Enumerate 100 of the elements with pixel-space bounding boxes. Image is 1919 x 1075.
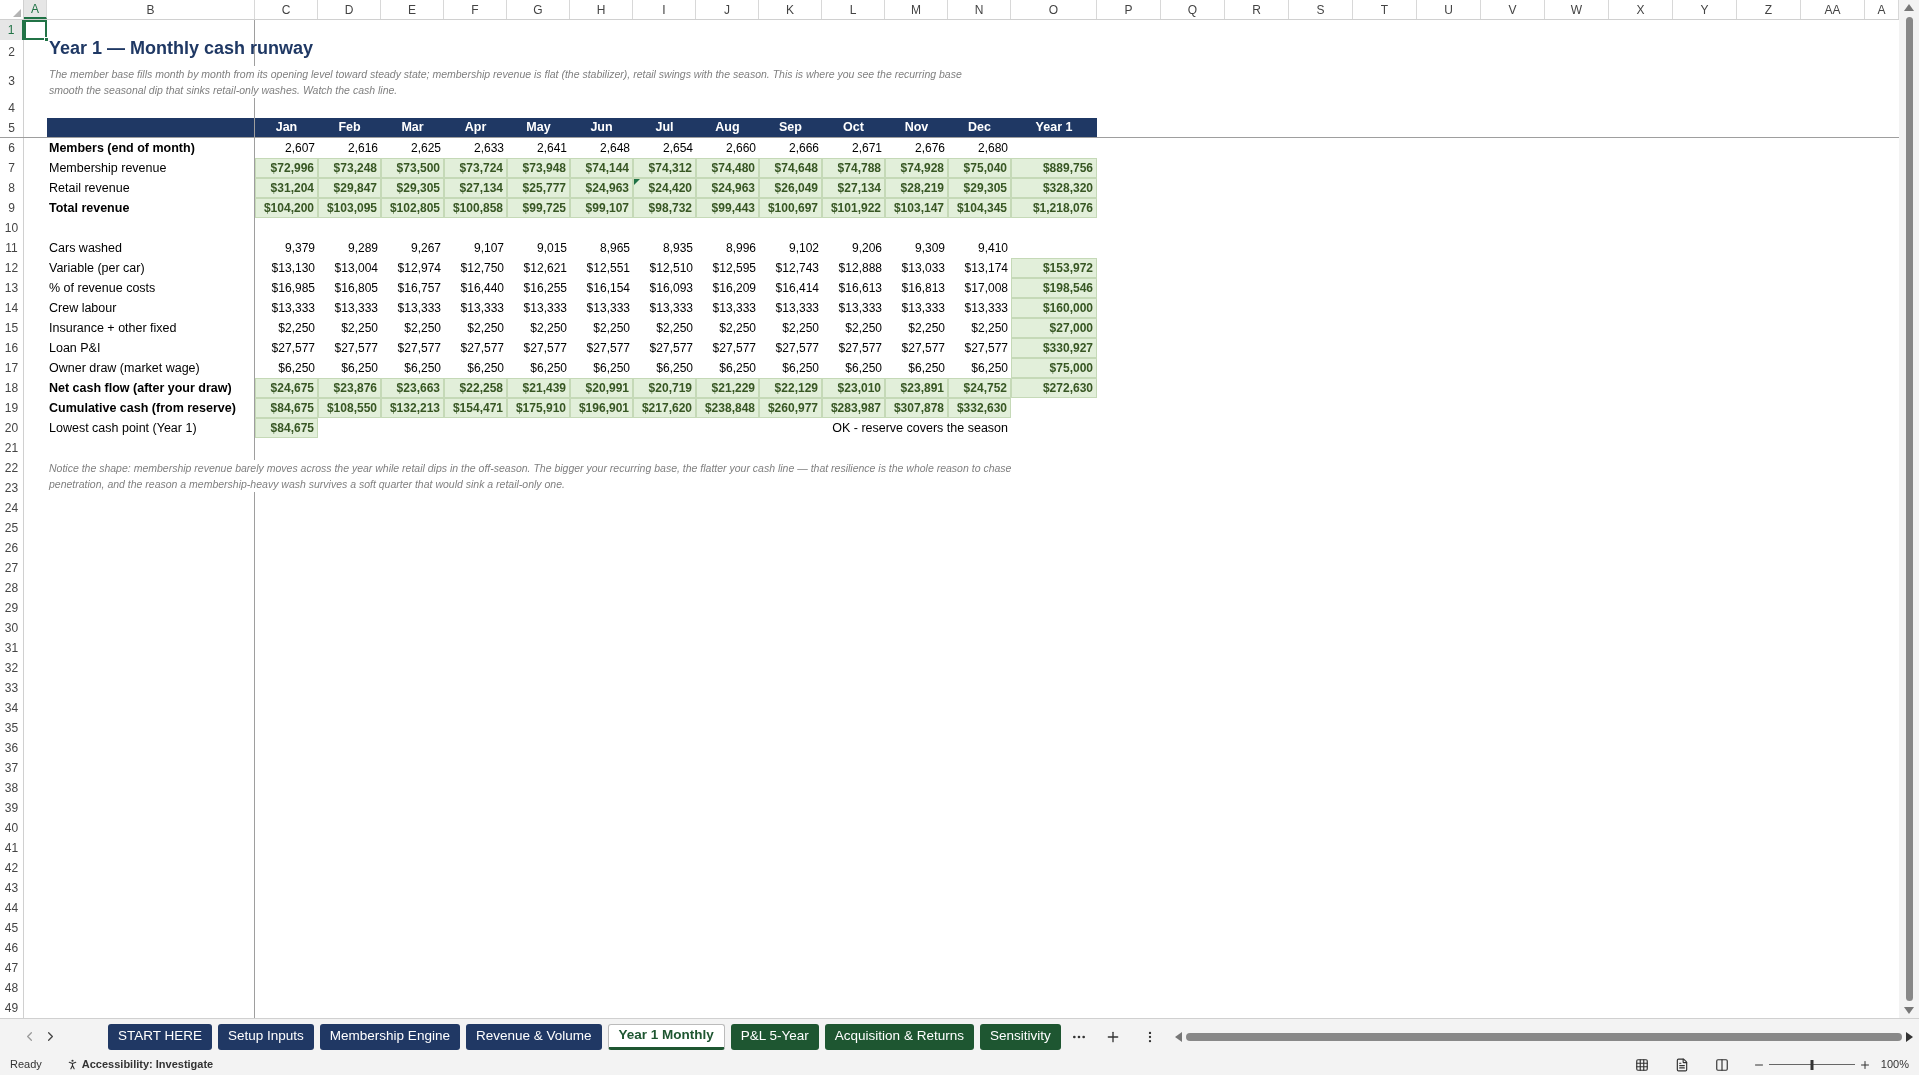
sheet-tab[interactable]: Acquisition & Returns bbox=[824, 1023, 974, 1050]
row-header[interactable]: 28 bbox=[0, 578, 24, 598]
scroll-up-icon[interactable] bbox=[1904, 4, 1914, 11]
row-header[interactable]: 5 bbox=[0, 118, 24, 137]
column-header[interactable]: Z bbox=[1737, 0, 1801, 19]
column-header[interactable]: R bbox=[1225, 0, 1289, 19]
row-header[interactable]: 47 bbox=[0, 958, 24, 978]
row-header[interactable]: 36 bbox=[0, 738, 24, 758]
row-header[interactable]: 16 bbox=[0, 338, 24, 358]
row-header[interactable]: 8 bbox=[0, 178, 24, 198]
column-header[interactable]: N bbox=[948, 0, 1011, 19]
column-header[interactable]: AA bbox=[1801, 0, 1865, 19]
row-header[interactable]: 31 bbox=[0, 638, 24, 658]
row-header[interactable]: 45 bbox=[0, 918, 24, 938]
row-header[interactable]: 2 bbox=[0, 40, 24, 64]
row-header[interactable]: 42 bbox=[0, 858, 24, 878]
sheet-tab[interactable]: Setup Inputs bbox=[218, 1023, 314, 1050]
row-header[interactable]: 20 bbox=[0, 418, 24, 438]
sheet-tab[interactable]: Sensitivity bbox=[979, 1023, 1061, 1050]
column-header[interactable]: G bbox=[507, 0, 570, 19]
row-header[interactable]: 1 bbox=[0, 20, 24, 40]
row-header[interactable]: 12 bbox=[0, 258, 24, 278]
page-layout-icon[interactable] bbox=[1674, 1057, 1689, 1072]
scrollbar-thumb[interactable] bbox=[1185, 1032, 1902, 1041]
row-header[interactable]: 24 bbox=[0, 498, 24, 518]
horizontal-scrollbar[interactable] bbox=[1174, 1031, 1913, 1042]
row-header[interactable]: 17 bbox=[0, 358, 24, 378]
column-header[interactable]: A bbox=[24, 0, 47, 19]
row-header[interactable]: 26 bbox=[0, 538, 24, 558]
column-header[interactable]: F bbox=[444, 0, 507, 19]
scroll-left-icon[interactable] bbox=[1174, 1031, 1182, 1042]
row-header[interactable]: 32 bbox=[0, 658, 24, 678]
zoom-level[interactable]: 100% bbox=[1880, 1056, 1909, 1073]
row-header[interactable]: 9 bbox=[0, 198, 24, 218]
row-header[interactable]: 7 bbox=[0, 158, 24, 178]
zoom-slider-thumb[interactable] bbox=[1810, 1059, 1814, 1070]
zoom-in-icon[interactable] bbox=[1858, 1058, 1871, 1071]
scroll-right-icon[interactable] bbox=[1906, 1031, 1913, 1042]
page-break-view-icon[interactable] bbox=[1714, 1057, 1729, 1072]
zoom-slider[interactable] bbox=[1768, 1059, 1855, 1070]
row-header[interactable]: 22 bbox=[0, 458, 24, 478]
row-header[interactable]: 39 bbox=[0, 798, 24, 818]
vertical-scrollbar[interactable] bbox=[1899, 0, 1919, 1018]
selected-cell[interactable] bbox=[24, 20, 47, 40]
column-header[interactable]: L bbox=[822, 0, 885, 19]
column-header[interactable]: K bbox=[759, 0, 822, 19]
scrollbar-thumb[interactable] bbox=[1905, 17, 1913, 1001]
column-header[interactable]: J bbox=[696, 0, 759, 19]
column-header[interactable]: E bbox=[381, 0, 444, 19]
column-header[interactable]: O bbox=[1011, 0, 1097, 19]
row-header[interactable]: 44 bbox=[0, 898, 24, 918]
row-header[interactable]: 41 bbox=[0, 838, 24, 858]
row-header[interactable]: 19 bbox=[0, 398, 24, 418]
row-header[interactable]: 27 bbox=[0, 558, 24, 578]
sheet-tab[interactable]: START HERE bbox=[108, 1023, 213, 1050]
column-header[interactable]: T bbox=[1353, 0, 1417, 19]
column-header[interactable]: Y bbox=[1673, 0, 1737, 19]
sheet-tab[interactable]: Year 1 Monthly bbox=[607, 1023, 725, 1050]
row-header[interactable]: 14 bbox=[0, 298, 24, 318]
accessibility-status[interactable]: Accessibility: Investigate bbox=[81, 1056, 214, 1073]
column-header[interactable]: H bbox=[570, 0, 633, 19]
column-header[interactable]: W bbox=[1545, 0, 1609, 19]
column-header[interactable]: P bbox=[1097, 0, 1161, 19]
row-header[interactable]: 43 bbox=[0, 878, 24, 898]
normal-view-icon[interactable] bbox=[1634, 1057, 1649, 1072]
row-header[interactable]: 25 bbox=[0, 518, 24, 538]
column-header[interactable]: C bbox=[255, 0, 318, 19]
row-header[interactable]: 11 bbox=[0, 238, 24, 258]
column-header[interactable]: V bbox=[1481, 0, 1545, 19]
row-header[interactable]: 40 bbox=[0, 818, 24, 838]
row-header[interactable]: 13 bbox=[0, 278, 24, 298]
row-header[interactable]: 15 bbox=[0, 318, 24, 338]
row-header[interactable]: 30 bbox=[0, 618, 24, 638]
row-header[interactable]: 23 bbox=[0, 478, 24, 498]
column-header[interactable]: U bbox=[1417, 0, 1481, 19]
row-header[interactable]: 34 bbox=[0, 698, 24, 718]
row-header[interactable]: 48 bbox=[0, 978, 24, 998]
row-header[interactable]: 3 bbox=[0, 64, 24, 98]
scroll-down-icon[interactable] bbox=[1904, 1007, 1914, 1014]
row-header[interactable]: 33 bbox=[0, 678, 24, 698]
row-header[interactable]: 38 bbox=[0, 778, 24, 798]
row-header[interactable]: 6 bbox=[0, 138, 24, 158]
column-header[interactable]: M bbox=[885, 0, 948, 19]
row-header[interactable]: 29 bbox=[0, 598, 24, 618]
column-header[interactable]: I bbox=[633, 0, 696, 19]
column-header[interactable]: B bbox=[47, 0, 255, 19]
column-header[interactable]: X bbox=[1609, 0, 1673, 19]
row-header[interactable]: 37 bbox=[0, 758, 24, 778]
row-header[interactable]: 10 bbox=[0, 218, 24, 238]
sheet-tab[interactable]: P&L 5-Year bbox=[730, 1023, 819, 1050]
column-header[interactable]: S bbox=[1289, 0, 1353, 19]
sheet-tab[interactable]: Membership Engine bbox=[319, 1023, 460, 1050]
column-header[interactable]: D bbox=[318, 0, 381, 19]
row-header[interactable]: 4 bbox=[0, 98, 24, 118]
row-header[interactable]: 35 bbox=[0, 718, 24, 738]
row-header[interactable]: 46 bbox=[0, 938, 24, 958]
sheet-tab[interactable]: Revenue & Volume bbox=[465, 1023, 602, 1050]
row-header[interactable]: 18 bbox=[0, 378, 24, 398]
column-header[interactable]: Q bbox=[1161, 0, 1225, 19]
row-header[interactable]: 21 bbox=[0, 438, 24, 458]
